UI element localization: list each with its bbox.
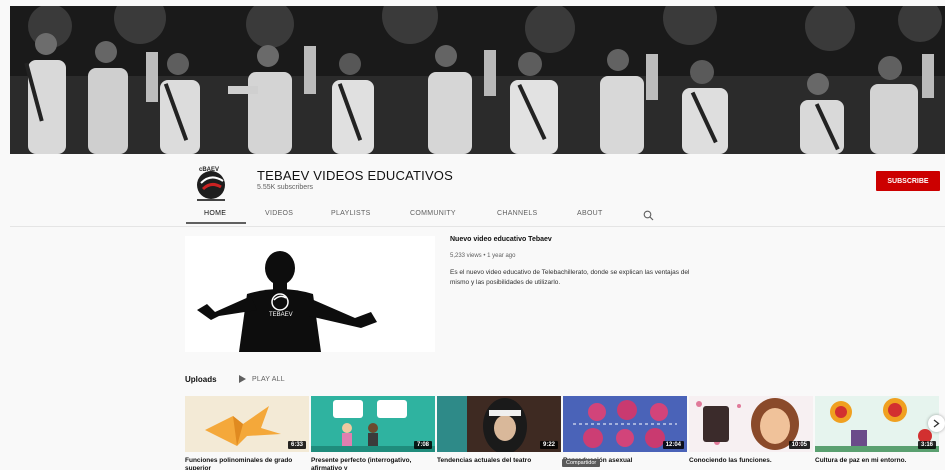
video-title[interactable]: Conociendo las funciones. [689,457,813,470]
featured-video-title[interactable]: Nuevo video educativo Tebaev [450,236,552,243]
channel-header: cBAEV TEBAEV VIDEOS EDUCATIVOS 5.55K sub… [10,154,945,226]
video-duration: 9:22 [539,441,558,449]
shelf-next-button[interactable] [928,415,945,432]
video-thumbnail[interactable]: 6:33 [185,396,309,452]
header-divider [10,226,945,227]
featured-video-thumbnail[interactable]: TEBAEV [185,236,435,352]
featured-video-description: Es el nuevo video educativo de Telebachi… [450,269,690,286]
youtube-channel-page: cBAEV TEBAEV VIDEOS EDUCATIVOS 5.55K sub… [0,0,945,470]
play-icon [239,375,246,383]
video-thumbnail[interactable]: 3:16 [815,396,939,452]
tab-home[interactable]: HOME [204,210,226,217]
subscriber-count: 5.55K subscribers [257,184,314,191]
video-duration: 3:16 [917,441,936,449]
video-title[interactable]: Cultura de paz en mi entorno. [815,457,939,470]
video-duration: 6:33 [287,441,306,449]
play-all-button[interactable]: PLAY ALL [239,375,285,383]
video-thumbnail[interactable]: 7:08 [311,396,435,452]
channel-banner [10,6,945,154]
video-thumbnail[interactable]: 12:04 [563,396,687,452]
tab-about[interactable]: ABOUT [577,210,603,217]
subscribe-button[interactable]: SUBSCRIBE [876,171,940,191]
chevron-right-icon [933,419,940,428]
tab-community[interactable]: COMMUNITY [410,210,456,217]
video-duration: 7:08 [413,441,432,449]
video-thumbnail[interactable]: 9:22 [437,396,561,452]
tooltip: Compartidor [562,459,601,467]
channel-avatar[interactable]: cBAEV [187,163,241,203]
active-tab-indicator [186,222,246,224]
video-title[interactable]: Presente perfecto (interrogativo, afirma… [311,457,435,470]
tab-videos[interactable]: VIDEOS [265,210,293,217]
video-duration: 12:04 [662,441,684,449]
shirt-logo-text: TEBAEV [269,312,293,318]
tab-playlists[interactable]: PLAYLISTS [331,210,371,217]
video-duration: 10:05 [788,441,810,449]
channel-name[interactable]: TEBAEV VIDEOS EDUCATIVOS [257,168,453,183]
tab-channels[interactable]: CHANNELS [497,210,538,217]
search-icon[interactable] [643,208,654,221]
video-thumbnail[interactable]: 10:05 [689,396,813,452]
video-title[interactable]: Funciones polinominales de grado superio… [185,457,309,470]
featured-video-meta: 5,233 views • 1 year ago [450,253,516,259]
play-all-label: PLAY ALL [252,375,285,383]
uploads-heading[interactable]: Uploads [185,375,217,384]
video-title[interactable]: Tendencias actuales del teatro [437,457,561,470]
